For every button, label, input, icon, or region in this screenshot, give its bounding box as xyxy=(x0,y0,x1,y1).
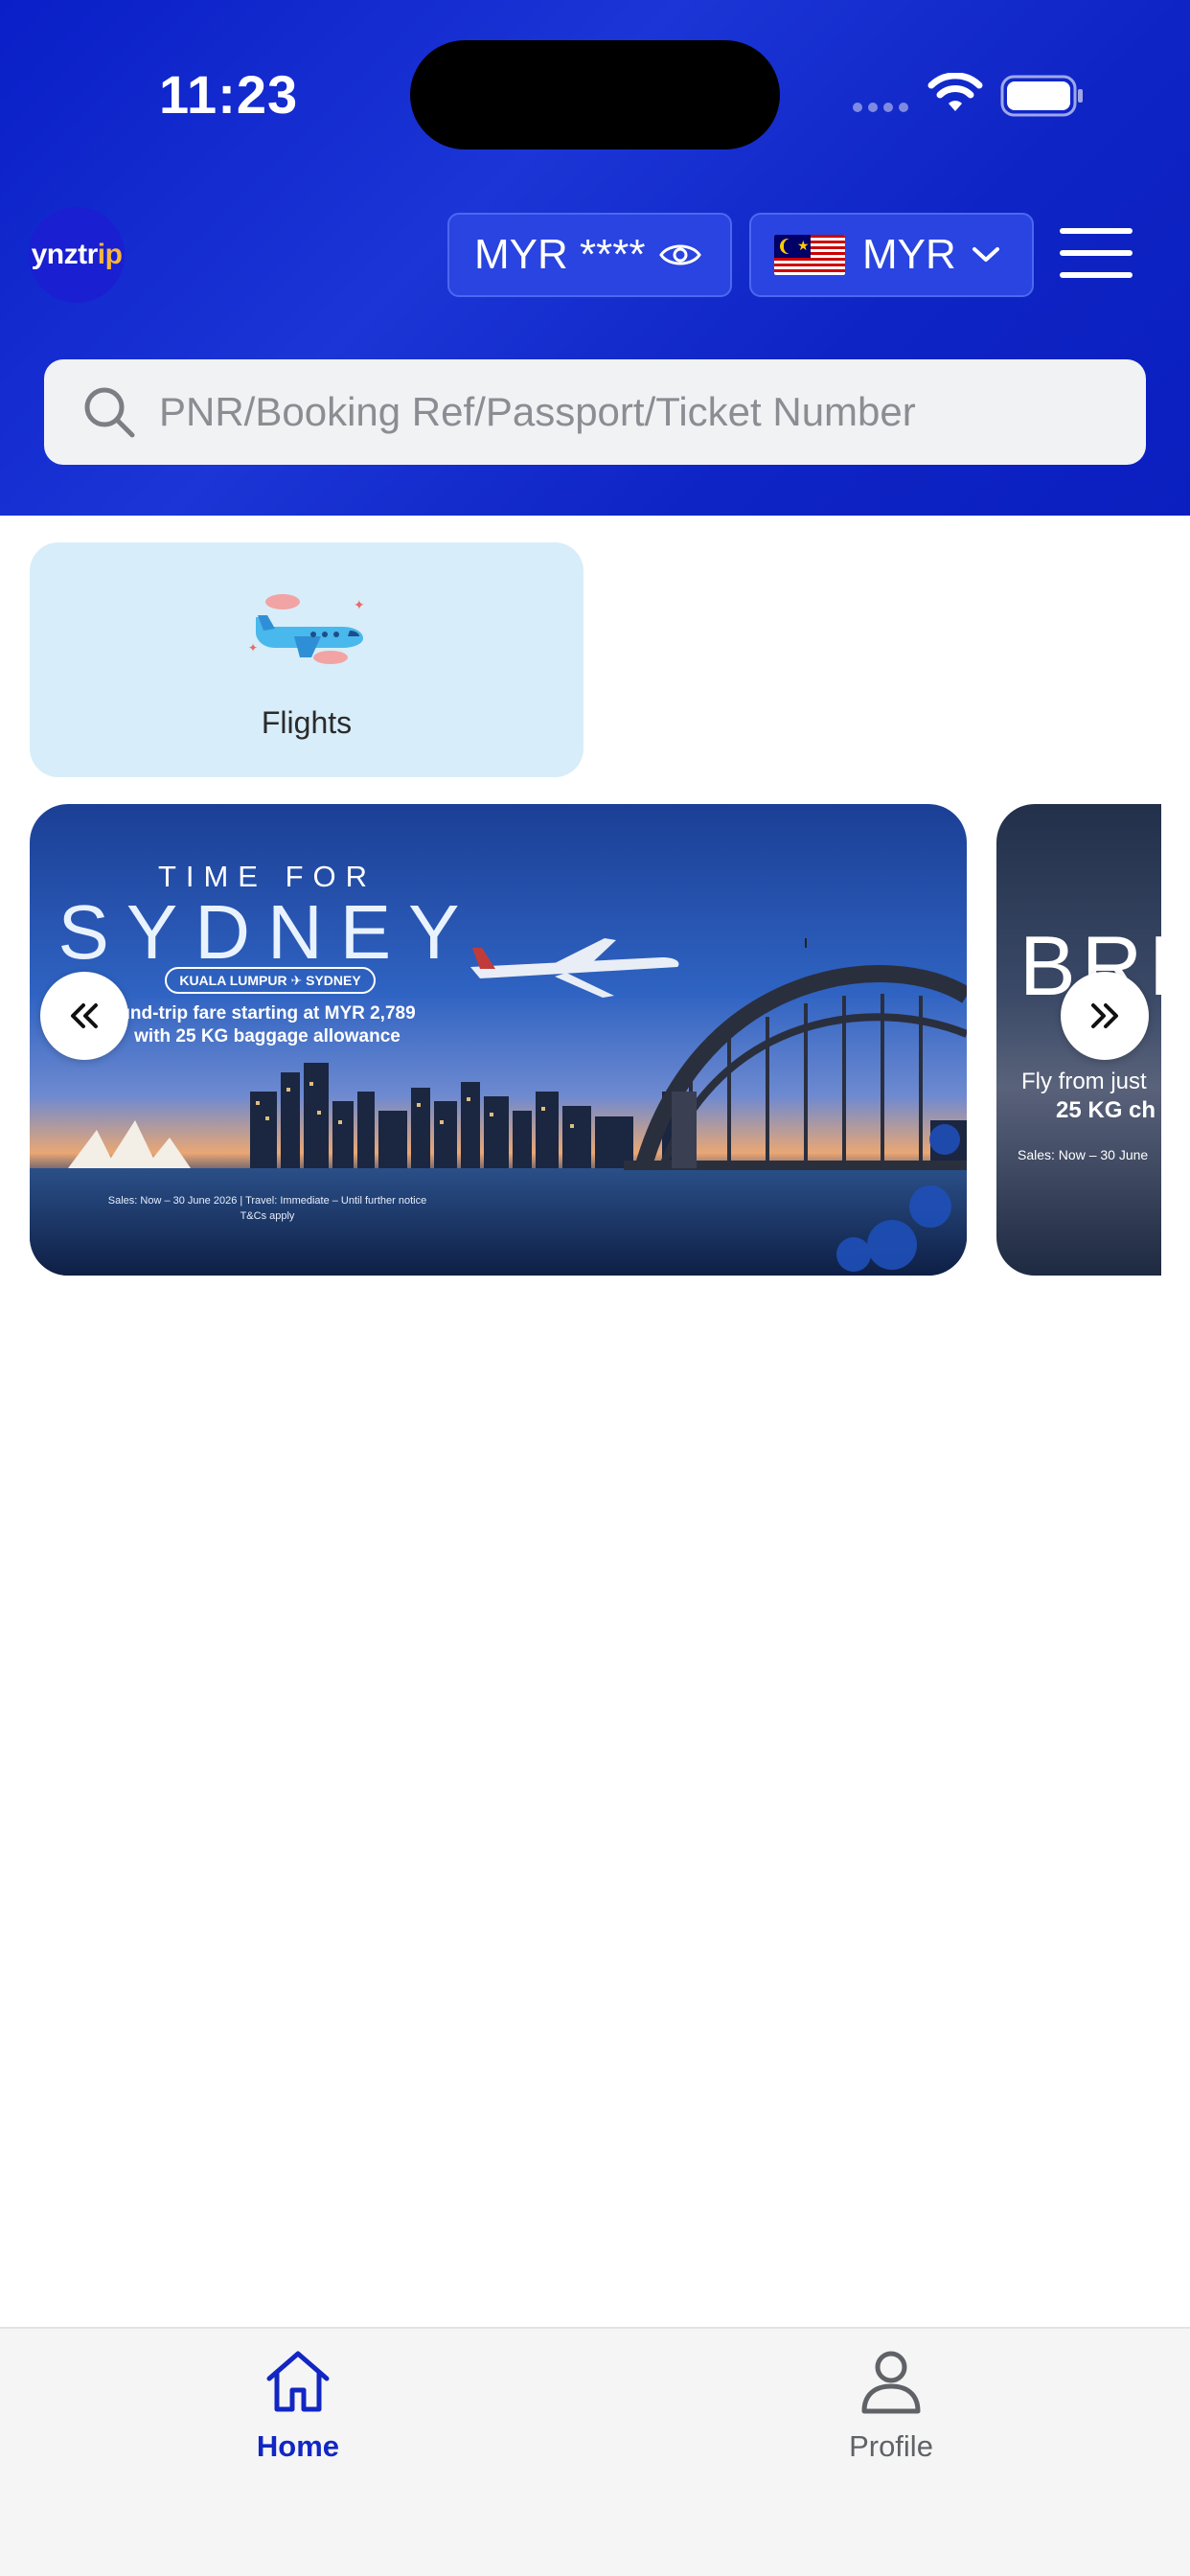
banner-sales-period: Sales: Now – 30 June xyxy=(1018,1147,1149,1162)
logo-text: ynztr xyxy=(31,239,99,270)
home-icon xyxy=(266,2351,330,2412)
tab-home-label: Home xyxy=(256,2429,340,2463)
double-chevron-right-icon xyxy=(1091,1003,1118,1028)
banner-fare-line: Fly from just xyxy=(1021,1069,1147,1094)
banner-sales-period: Sales: Now – 30 June 2026 | Travel: Imme… xyxy=(107,1195,427,1207)
tab-profile[interactable]: Profile xyxy=(747,2348,1035,2464)
wallet-balance-toggle[interactable]: MYR **** xyxy=(447,213,732,297)
app-header: 11:23 ynztr ip MYR **** ★ MYR PNR/Bookin… xyxy=(0,0,1190,516)
currency-label: MYR xyxy=(862,231,956,278)
battery-icon xyxy=(1000,75,1083,117)
search-bar[interactable] xyxy=(44,359,1146,465)
banner-headline: SYDNEY xyxy=(57,889,477,975)
malaysia-flag-icon: ★ xyxy=(774,235,845,275)
service-label-flights: Flights xyxy=(261,705,353,740)
dynamic-island xyxy=(410,40,780,150)
carousel-prev-button[interactable] xyxy=(40,972,128,1060)
wifi-icon xyxy=(927,73,983,111)
chevron-down-icon xyxy=(972,245,1000,264)
search-input[interactable] xyxy=(159,389,1117,435)
currency-selector[interactable]: ★ MYR xyxy=(749,213,1034,297)
double-chevron-left-icon xyxy=(71,1003,98,1028)
tab-profile-label: Profile xyxy=(849,2429,933,2463)
eye-icon xyxy=(658,240,701,270)
profile-icon xyxy=(861,2351,921,2414)
svg-text:✦: ✦ xyxy=(248,641,258,655)
tab-home[interactable]: Home xyxy=(154,2348,442,2464)
search-icon xyxy=(84,387,135,438)
hamburger-menu-icon[interactable] xyxy=(1060,228,1133,278)
banner-baggage-line: 25 KG ch xyxy=(1056,1097,1156,1123)
banner-terms: T&Cs apply xyxy=(240,1210,295,1222)
balance-label: MYR **** xyxy=(474,231,646,278)
carousel-next-button[interactable] xyxy=(1061,972,1149,1060)
bottom-tab-bar: Home Profile xyxy=(0,2327,1190,2576)
service-card-flights[interactable]: ✦ ✦ Flights xyxy=(30,542,584,777)
app-logo[interactable]: ynztr ip xyxy=(29,207,125,303)
banner-route-badge: KUALA LUMPUR ✈ SYDNEY xyxy=(165,967,376,994)
logo-text-accent: ip xyxy=(97,239,123,270)
status-time: 11:23 xyxy=(159,64,299,125)
promo-banner-sydney[interactable]: TIME FOR SYDNEY KUALA LUMPUR ✈ SYDNEY un… xyxy=(30,804,967,1276)
airplane-icon: ✦ ✦ xyxy=(248,594,365,664)
svg-text:✦: ✦ xyxy=(354,598,365,613)
signal-icon xyxy=(853,103,908,112)
